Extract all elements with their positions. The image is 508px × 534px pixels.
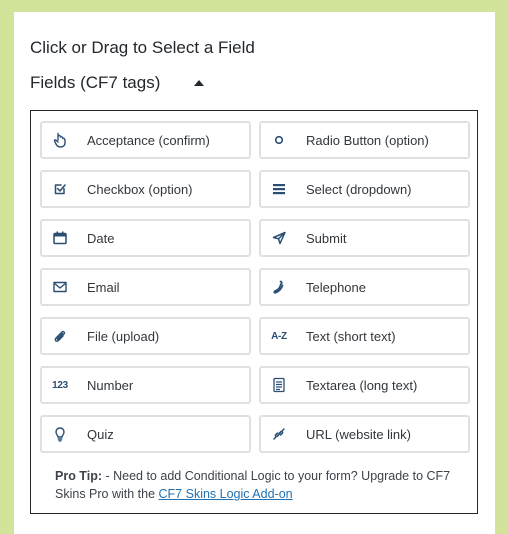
field-url[interactable]: URL (website link) <box>259 415 470 453</box>
field-checkbox[interactable]: Checkbox (option) <box>40 170 251 208</box>
field-acceptance[interactable]: Acceptance (confirm) <box>40 121 251 159</box>
field-quiz[interactable]: Quiz <box>40 415 251 453</box>
fields-section-toggle[interactable]: Fields (CF7 tags) <box>30 72 205 94</box>
field-label: URL (website link) <box>306 426 411 442</box>
field-number[interactable]: 123 Number <box>40 366 251 404</box>
field-label: Telephone <box>306 279 366 295</box>
field-label: Date <box>87 230 115 246</box>
field-date[interactable]: Date <box>40 219 251 257</box>
pro-tip-label: Pro Tip: <box>55 469 102 483</box>
numbers-icon: 123 <box>52 379 68 391</box>
pro-tip: Pro Tip: - Need to add Conditional Logic… <box>55 467 455 503</box>
phone-icon <box>271 279 287 295</box>
field-label: Acceptance (confirm) <box>87 132 210 148</box>
hand-icon <box>52 132 68 148</box>
fields-grid: Acceptance (confirm) Radio Button (optio… <box>40 121 470 453</box>
field-label: Radio Button (option) <box>306 132 429 148</box>
field-submit[interactable]: Submit <box>259 219 470 257</box>
field-text[interactable]: A-Z Text (short text) <box>259 317 470 355</box>
caret-up-icon[interactable] <box>194 80 205 86</box>
fields-panel: Click or Drag to Select a Field Fields (… <box>14 12 495 534</box>
field-label: Submit <box>306 230 347 246</box>
field-telephone[interactable]: Telephone <box>259 268 470 306</box>
field-radio-button[interactable]: Radio Button (option) <box>259 121 470 159</box>
section-label: Fields (CF7 tags) <box>30 73 161 92</box>
logic-addon-link[interactable]: CF7 Skins Logic Add-on <box>159 487 293 501</box>
field-file[interactable]: File (upload) <box>40 317 251 355</box>
send-icon <box>271 230 287 246</box>
field-label: Text (short text) <box>306 328 396 344</box>
field-email[interactable]: Email <box>40 268 251 306</box>
field-label: Checkbox (option) <box>87 181 193 197</box>
textarea-icon <box>271 377 287 393</box>
field-label: Quiz <box>87 426 114 442</box>
link-icon <box>271 426 287 442</box>
field-label: Textarea (long text) <box>306 377 418 393</box>
list-icon <box>271 181 287 197</box>
calendar-icon <box>52 230 68 246</box>
field-textarea[interactable]: Textarea (long text) <box>259 366 470 404</box>
field-label: Select (dropdown) <box>306 181 412 197</box>
radio-icon <box>271 132 287 148</box>
field-label: Number <box>87 377 134 393</box>
fields-box: Acceptance (confirm) Radio Button (optio… <box>30 110 478 514</box>
lightbulb-icon <box>52 426 68 442</box>
envelope-icon <box>52 279 68 295</box>
field-select[interactable]: Select (dropdown) <box>259 170 470 208</box>
field-label: Email <box>87 279 120 295</box>
field-label: File (upload) <box>87 328 160 344</box>
paperclip-icon <box>52 328 68 344</box>
a-z-icon: A-Z <box>271 330 287 342</box>
checkbox-icon <box>52 181 68 197</box>
panel-title: Click or Drag to Select a Field <box>30 38 255 57</box>
